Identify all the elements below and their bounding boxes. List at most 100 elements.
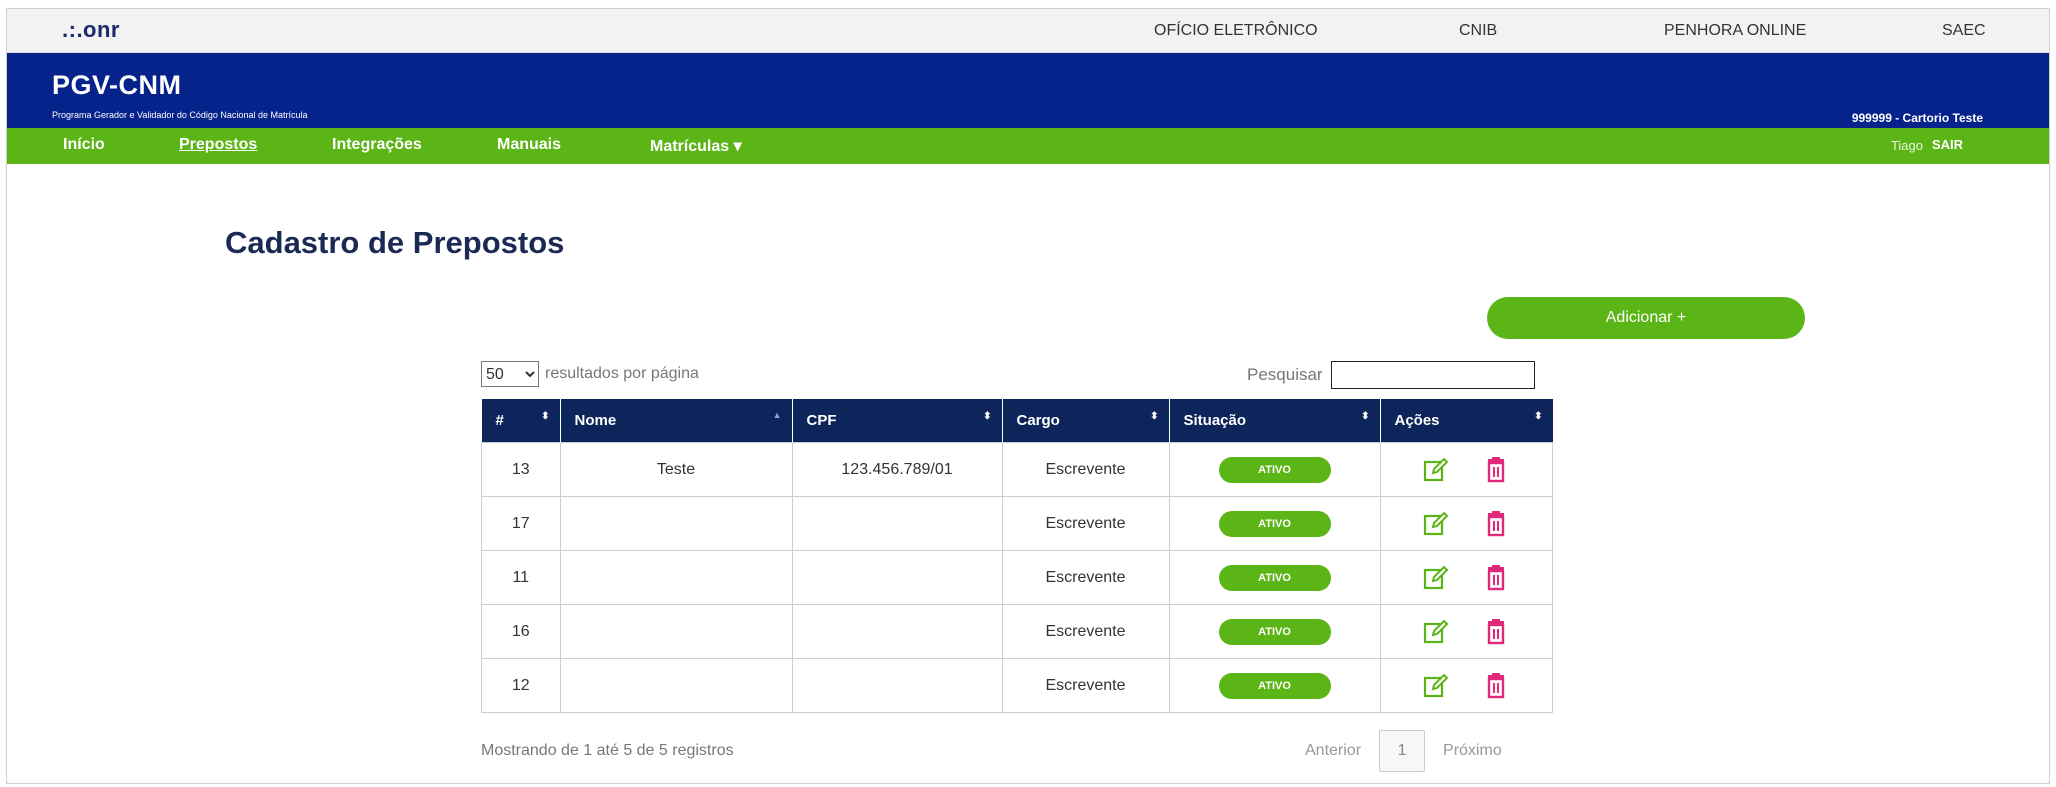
cell-situacao: ATIVO bbox=[1168, 550, 1381, 605]
cell-cpf bbox=[791, 658, 1003, 713]
delete-icon[interactable] bbox=[1483, 618, 1509, 645]
pagination-prev-button[interactable]: Anterior bbox=[1305, 742, 1361, 760]
brand-title: PGV-CNM bbox=[52, 70, 182, 100]
add-preposto-button[interactable]: Adicionar + bbox=[1487, 297, 1805, 339]
top-link-cnib[interactable]: CNIB bbox=[1459, 22, 1497, 40]
column-header-label: Nome bbox=[574, 412, 617, 429]
nav-item-inicio[interactable]: Início bbox=[63, 136, 105, 154]
edit-icon[interactable] bbox=[1423, 565, 1449, 591]
cell-cpf bbox=[791, 550, 1003, 605]
status-badge: ATIVO bbox=[1218, 564, 1331, 591]
column-header-id[interactable]: # ⬍ bbox=[481, 399, 561, 443]
page-length-control: 50 resultados por página bbox=[481, 361, 699, 387]
nav-username: Tiago bbox=[1890, 138, 1923, 153]
column-header-cargo[interactable]: Cargo ⬍ bbox=[1002, 399, 1170, 443]
row-actions bbox=[1381, 618, 1553, 645]
sort-icon: ⬍ bbox=[983, 411, 992, 422]
cell-cpf bbox=[791, 496, 1003, 551]
delete-icon[interactable] bbox=[1483, 456, 1509, 483]
column-header-situacao[interactable]: Situação ⬍ bbox=[1169, 399, 1381, 443]
cell-acoes bbox=[1379, 658, 1553, 713]
nav-item-integracoes[interactable]: Integrações bbox=[332, 136, 422, 154]
top-link-oficio-eletronico[interactable]: OFÍCIO ELETRÔNICO bbox=[1154, 22, 1318, 40]
edit-icon[interactable] bbox=[1423, 457, 1449, 483]
main-nav: Início Prepostos Integrações Manuais Mat… bbox=[7, 128, 2049, 164]
page-title: Cadastro de Prepostos bbox=[225, 225, 565, 260]
delete-icon[interactable] bbox=[1483, 510, 1509, 537]
table-row: 12 Escrevente ATIVO bbox=[481, 658, 1553, 713]
cell-nome bbox=[559, 550, 793, 605]
onr-logo[interactable]: .:.onr bbox=[62, 17, 120, 43]
search-input[interactable] bbox=[1330, 361, 1535, 389]
cell-nome: Teste bbox=[559, 442, 793, 497]
table-header-row: # ⬍ Nome ▲ CPF ⬍ Cargo ⬍ Situação ⬍ Ações ⬍ bbox=[481, 399, 1553, 443]
sort-icon: ⬍ bbox=[541, 411, 550, 422]
prepostos-table: # ⬍ Nome ▲ CPF ⬍ Cargo ⬍ Situação ⬍ Ações ⬍ 13… bbox=[481, 399, 1553, 713]
pagination: Anterior 1 Próximo bbox=[1305, 730, 1502, 772]
records-info: Mostrando de 1 até 5 de 5 registros bbox=[481, 742, 734, 759]
edit-icon[interactable] bbox=[1423, 511, 1449, 537]
top-bar: .:.onr OFÍCIO ELETRÔNICO CNIB PENHORA ON… bbox=[7, 9, 2049, 53]
table-row: 16 Escrevente ATIVO bbox=[481, 604, 1553, 659]
table-row: 17 Escrevente ATIVO bbox=[481, 496, 1553, 551]
cell-acoes bbox=[1379, 604, 1553, 659]
logout-link[interactable]: SAIR bbox=[1932, 137, 1963, 152]
status-badge: ATIVO bbox=[1218, 510, 1331, 537]
app-window: .:.onr OFÍCIO ELETRÔNICO CNIB PENHORA ON… bbox=[6, 8, 2050, 784]
cell-nome bbox=[559, 658, 793, 713]
status-badge: ATIVO bbox=[1218, 618, 1331, 645]
delete-icon[interactable] bbox=[1483, 672, 1509, 699]
cell-cargo: Escrevente bbox=[1001, 550, 1170, 605]
edit-icon[interactable] bbox=[1423, 673, 1449, 699]
column-header-label: CPF bbox=[806, 412, 837, 429]
row-actions bbox=[1381, 456, 1553, 483]
column-header-label: Ações bbox=[1394, 412, 1440, 429]
column-header-nome[interactable]: Nome ▲ bbox=[560, 399, 793, 443]
row-actions bbox=[1381, 672, 1553, 699]
cell-acoes bbox=[1379, 442, 1553, 497]
table-row: 13 Teste 123.456.789/01 Escrevente ATIVO bbox=[481, 442, 1553, 497]
page-length-select[interactable]: 50 bbox=[481, 361, 539, 387]
cell-cpf: 123.456.789/01 bbox=[791, 442, 1003, 497]
column-header-label: Cargo bbox=[1016, 412, 1060, 429]
edit-icon[interactable] bbox=[1423, 619, 1449, 645]
office-name: 999999 - Cartorio Teste bbox=[1851, 111, 1983, 125]
nav-item-manuais[interactable]: Manuais bbox=[497, 136, 561, 154]
delete-icon[interactable] bbox=[1483, 564, 1509, 591]
column-header-acoes[interactable]: Ações ⬍ bbox=[1380, 399, 1553, 443]
cell-acoes bbox=[1379, 496, 1553, 551]
pagination-next-button[interactable]: Próximo bbox=[1443, 742, 1502, 760]
cell-id: 11 bbox=[481, 550, 561, 605]
table-body: 13 Teste 123.456.789/01 Escrevente ATIVO 17 Es… bbox=[481, 442, 1553, 713]
cell-cargo: Escrevente bbox=[1001, 604, 1170, 659]
cell-situacao: ATIVO bbox=[1168, 658, 1381, 713]
pagination-page-button[interactable]: 1 bbox=[1379, 730, 1426, 772]
cell-id: 12 bbox=[481, 658, 561, 713]
page-length-label: resultados por página bbox=[545, 365, 699, 382]
nav-item-matriculas-dropdown[interactable]: Matrículas ▾ bbox=[650, 136, 742, 156]
top-link-penhora-online[interactable]: PENHORA ONLINE bbox=[1664, 22, 1806, 40]
cell-cargo: Escrevente bbox=[1001, 658, 1170, 713]
row-actions bbox=[1381, 564, 1553, 591]
sort-icon: ⬍ bbox=[1150, 411, 1159, 422]
sort-icon: ⬍ bbox=[1361, 411, 1370, 422]
sort-ascending-icon: ▲ bbox=[772, 410, 782, 420]
cell-nome bbox=[559, 496, 793, 551]
cell-id: 16 bbox=[481, 604, 561, 659]
status-badge: ATIVO bbox=[1218, 672, 1331, 699]
cell-acoes bbox=[1379, 550, 1553, 605]
row-actions bbox=[1381, 510, 1553, 537]
brand-subtitle: Programa Gerador e Validador do Código N… bbox=[52, 110, 308, 120]
sort-icon: ⬍ bbox=[1534, 411, 1543, 422]
cell-cargo: Escrevente bbox=[1001, 496, 1170, 551]
cell-situacao: ATIVO bbox=[1168, 496, 1381, 551]
column-header-label: # bbox=[495, 412, 504, 429]
column-header-cpf[interactable]: CPF ⬍ bbox=[792, 399, 1003, 443]
app-header: PGV-CNM Programa Gerador e Validador do … bbox=[7, 53, 2049, 128]
top-link-saec[interactable]: SAEC bbox=[1942, 22, 1986, 40]
table-row: 11 Escrevente ATIVO bbox=[481, 550, 1553, 605]
cell-cpf bbox=[791, 604, 1003, 659]
search-label: Pesquisar bbox=[1247, 365, 1323, 384]
nav-item-prepostos[interactable]: Prepostos bbox=[179, 136, 257, 154]
cell-situacao: ATIVO bbox=[1168, 442, 1381, 497]
